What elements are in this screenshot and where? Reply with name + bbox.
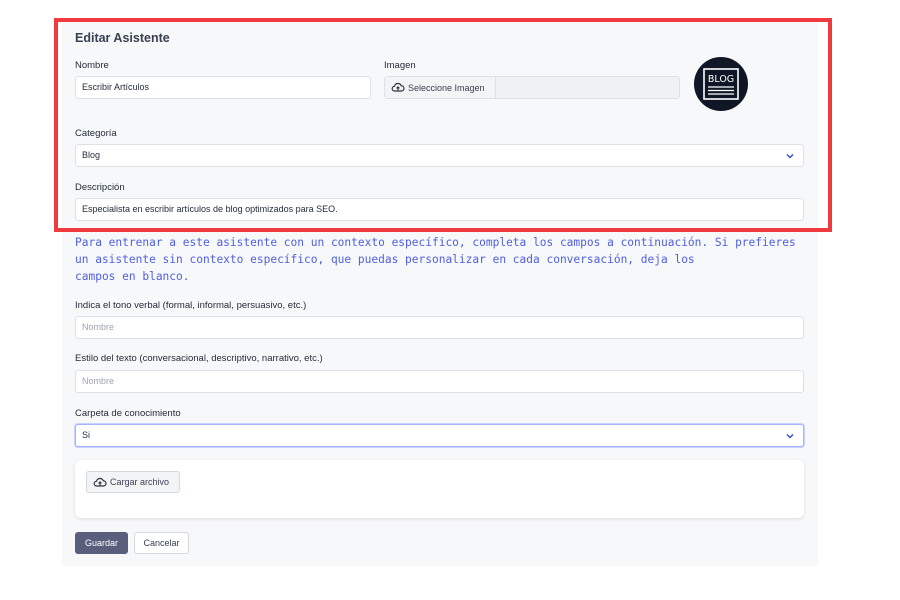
- blog-icon: BLOG: [703, 68, 739, 100]
- categoria-label: Categoría: [75, 128, 117, 139]
- cancel-button[interactable]: Cancelar: [134, 532, 189, 554]
- upload-card: Cargar archivo: [75, 460, 804, 518]
- nombre-input[interactable]: Escribir Artículos: [75, 76, 371, 99]
- nombre-label: Nombre: [75, 60, 109, 71]
- context-info-text: Para entrenar a este asistente con un co…: [75, 234, 815, 285]
- info-line: Para entrenar a este asistente con un co…: [75, 236, 796, 249]
- chevron-down-icon: [786, 433, 794, 439]
- chevron-down-icon: [786, 153, 794, 159]
- carpeta-select[interactable]: Si: [75, 424, 804, 447]
- save-button[interactable]: Guardar: [75, 532, 128, 554]
- descripcion-label: Descripción: [75, 182, 125, 193]
- image-picker[interactable]: Seleccione Imagen: [384, 76, 680, 99]
- blog-avatar: BLOG: [694, 57, 748, 111]
- info-line: un asistente sin contexto específico, qu…: [75, 253, 695, 266]
- info-line: campos en blanco.: [75, 270, 190, 283]
- estilo-input[interactable]: Nombre: [75, 370, 804, 393]
- upload-file-label: Cargar archivo: [110, 477, 170, 487]
- imagen-label: Imagen: [384, 60, 416, 71]
- categoria-value: Blog: [82, 150, 101, 160]
- tono-label: Indica el tono verbal (formal, informal,…: [75, 300, 307, 311]
- form-title: Editar Asistente: [75, 31, 170, 45]
- select-image-label: Seleccione Imagen: [408, 82, 485, 93]
- descripcion-input[interactable]: Especialista en escribir artículos de bl…: [75, 198, 804, 221]
- carpeta-label: Carpeta de conocimiento: [75, 408, 181, 419]
- select-image-button[interactable]: Seleccione Imagen: [385, 77, 496, 98]
- tono-input[interactable]: Nombre: [75, 316, 804, 339]
- categoria-select[interactable]: Blog: [75, 144, 804, 167]
- cloud-upload-icon: [391, 82, 405, 92]
- estilo-label: Estilo del texto (conversacional, descri…: [75, 353, 323, 364]
- carpeta-value: Si: [82, 430, 91, 440]
- upload-file-button[interactable]: Cargar archivo: [86, 471, 180, 493]
- blog-logo-text: BLOG: [708, 74, 734, 85]
- cloud-upload-icon: [93, 477, 107, 487]
